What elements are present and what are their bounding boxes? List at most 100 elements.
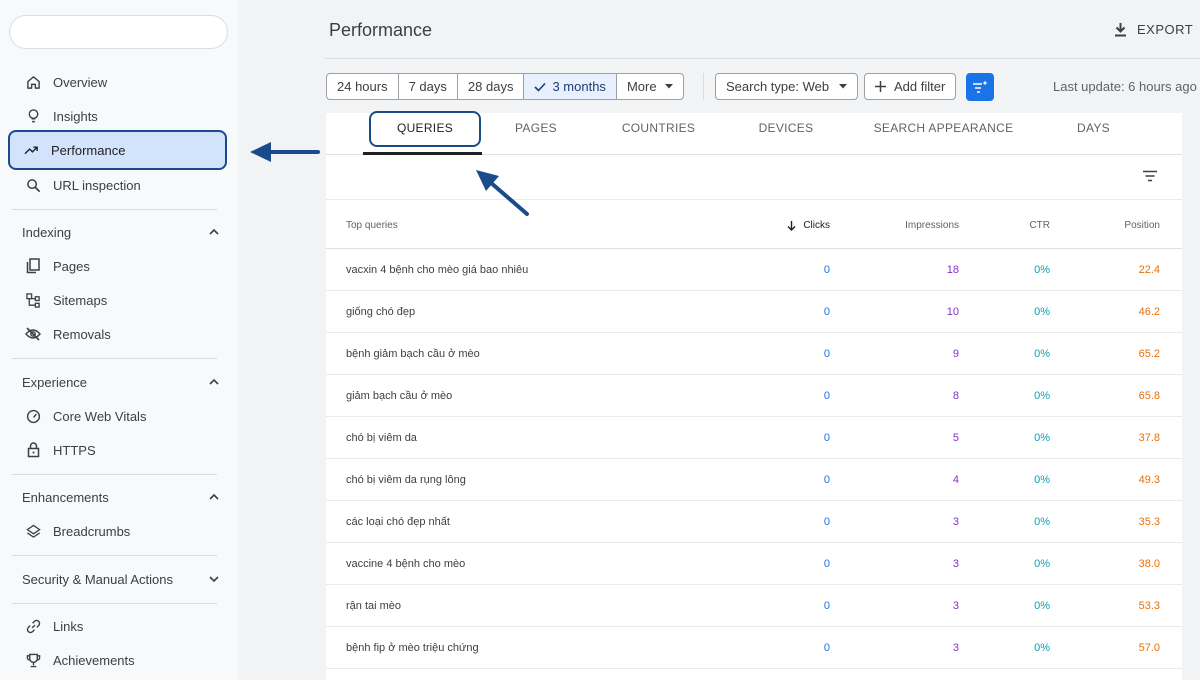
sidebar-divider: [12, 555, 217, 556]
cell-impressions: 9: [952, 348, 959, 360]
sidebar-item-https[interactable]: HTTPS: [12, 435, 224, 465]
arrow-to-performance: [250, 142, 320, 162]
property-search-input[interactable]: [9, 15, 228, 49]
range-3-months[interactable]: 3 months: [524, 74, 617, 99]
add-filter-button[interactable]: Add filter: [864, 73, 957, 100]
cell-clicks: 0: [823, 348, 830, 360]
header-impressions[interactable]: Impressions: [905, 220, 959, 231]
range-label: 3 months: [552, 79, 606, 94]
sidebar-item-sitemaps[interactable]: Sitemaps: [12, 285, 224, 315]
report-card: QUERIES PAGES COUNTRIES DEVICES SEARCH A…: [326, 111, 1182, 680]
export-button[interactable]: EXPORT: [1114, 22, 1193, 37]
range-28-days[interactable]: 28 days: [458, 74, 525, 99]
sidebar-item-insights[interactable]: Insights: [12, 101, 224, 131]
header-top-queries[interactable]: Top queries: [346, 220, 398, 231]
cell-ctr: 0%: [1034, 516, 1050, 528]
section-indexing[interactable]: Indexing: [22, 220, 220, 244]
section-title: Indexing: [22, 224, 72, 240]
cell-query: bệnh fip ở mèo triệu chứng: [346, 642, 479, 654]
sidebar-item-achievements[interactable]: Achievements: [12, 645, 224, 675]
cell-query: giống chó đẹp: [346, 306, 416, 318]
table-row[interactable]: giống chó đẹp 0 10 0% 46.2: [326, 291, 1182, 333]
sidebar-item-label: HTTPS: [53, 442, 96, 458]
range-more-dropdown[interactable]: More: [617, 74, 683, 99]
trending-up-icon: [22, 141, 40, 159]
tab-label: COUNTRIES: [621, 121, 696, 135]
caret-down-icon: [664, 84, 673, 89]
sidebar-item-label: Breadcrumbs: [53, 523, 131, 539]
cell-position: 57.0: [1138, 642, 1160, 654]
cell-query: rận tai mèo: [346, 600, 402, 612]
sidebar-item-label: Performance: [51, 142, 126, 158]
range-7-days[interactable]: 7 days: [399, 74, 458, 99]
sidebar: Overview Insights Performance URL inspec…: [0, 0, 238, 680]
cell-clicks: 0: [823, 642, 830, 654]
sidebar-item-links[interactable]: Links: [12, 611, 224, 641]
filter-rows-icon[interactable]: [1142, 170, 1158, 182]
header-clicks-label: Clicks: [803, 220, 830, 231]
table-row[interactable]: bệnh giảm bạch cầu ở mèo 0 9 0% 65.2: [326, 333, 1182, 375]
cell-ctr: 0%: [1034, 390, 1050, 402]
cell-position: 35.3: [1138, 516, 1160, 528]
gauge-icon: [24, 407, 42, 425]
eye-off-icon: [24, 325, 42, 343]
tab-label: PAGES: [515, 121, 557, 135]
cell-query: chó bị viêm da rụng lông: [346, 474, 466, 486]
header-divider: [325, 58, 1200, 59]
table-row[interactable]: chó bị viêm da 0 5 0% 37.8: [326, 417, 1182, 459]
range-24-hours[interactable]: 24 hours: [327, 74, 399, 99]
sidebar-item-label: URL inspection: [53, 177, 141, 193]
header-ctr[interactable]: CTR: [1029, 220, 1050, 231]
sidebar-item-label: Links: [53, 618, 84, 634]
section-experience[interactable]: Experience: [22, 370, 220, 394]
cell-ctr: 0%: [1034, 348, 1050, 360]
home-icon: [24, 73, 42, 91]
table-row[interactable]: vaccine 4 bệnh cho mèo 0 3 0% 38.0: [326, 543, 1182, 585]
export-label: EXPORT: [1137, 22, 1194, 37]
chevron-down-icon: [209, 576, 219, 583]
cell-clicks: 0: [823, 600, 830, 612]
cell-query: chó bị viêm da: [346, 432, 417, 444]
check-icon: [534, 82, 547, 92]
tab-devices[interactable]: DEVICES: [736, 113, 836, 143]
sidebar-item-overview[interactable]: Overview: [12, 67, 224, 97]
table-row[interactable]: các loại chó đẹp nhất 0 3 0% 35.3: [326, 501, 1182, 543]
layers-icon: [24, 522, 42, 540]
tab-countries[interactable]: COUNTRIES: [606, 113, 711, 143]
cell-clicks: 0: [823, 390, 830, 402]
sidebar-divider: [12, 209, 217, 210]
sidebar-item-core-web-vitals[interactable]: Core Web Vitals: [12, 401, 224, 431]
tab-pages[interactable]: PAGES: [496, 113, 576, 143]
cell-position: 65.2: [1138, 348, 1160, 360]
cell-position: 38.0: [1138, 558, 1160, 570]
sidebar-item-performance[interactable]: Performance: [8, 130, 227, 170]
range-label: More: [626, 79, 657, 94]
section-security[interactable]: Security & Manual Actions: [22, 567, 220, 591]
search-type-dropdown[interactable]: Search type: Web: [715, 73, 859, 100]
sidebar-item-breadcrumbs[interactable]: Breadcrumbs: [12, 516, 224, 546]
table-row[interactable]: bệnh fip ở mèo triệu chứng 0 3 0% 57.0: [326, 627, 1182, 669]
tab-queries[interactable]: QUERIES: [369, 113, 481, 143]
cell-impressions: 3: [952, 600, 959, 612]
cell-query: vaccine 4 bệnh cho mèo: [346, 558, 466, 570]
header-position[interactable]: Position: [1124, 220, 1160, 231]
table-row[interactable]: rận tai mèo 0 3 0% 53.3: [326, 585, 1182, 627]
table-row[interactable]: vacxin 4 bệnh cho mèo giá bao nhiêu 0 18…: [326, 249, 1182, 291]
caret-down-icon: [839, 84, 848, 89]
arrow-down-icon: [787, 220, 796, 231]
section-enhancements[interactable]: Enhancements: [22, 485, 220, 509]
compare-filter-button[interactable]: [966, 73, 994, 101]
table-row[interactable]: giảm bạch cầu ở mèo 0 8 0% 65.8: [326, 375, 1182, 417]
tab-search-appearance[interactable]: SEARCH APPEARANCE: [866, 113, 1021, 143]
sidebar-item-url-inspection[interactable]: URL inspection: [12, 170, 224, 200]
table-row[interactable]: chó bị viêm da rụng lông 0 4 0% 49.3: [326, 459, 1182, 501]
cell-position: 46.2: [1138, 306, 1160, 318]
lock-icon: [24, 441, 42, 459]
cell-impressions: 18: [946, 264, 959, 276]
sidebar-item-removals[interactable]: Removals: [12, 319, 224, 349]
header-clicks[interactable]: Clicks: [787, 220, 830, 231]
cell-position: 37.8: [1138, 432, 1160, 444]
sidebar-item-pages[interactable]: Pages: [12, 251, 224, 281]
tab-days[interactable]: DAYS: [1051, 113, 1136, 143]
sidebar-item-label: Insights: [53, 108, 98, 124]
